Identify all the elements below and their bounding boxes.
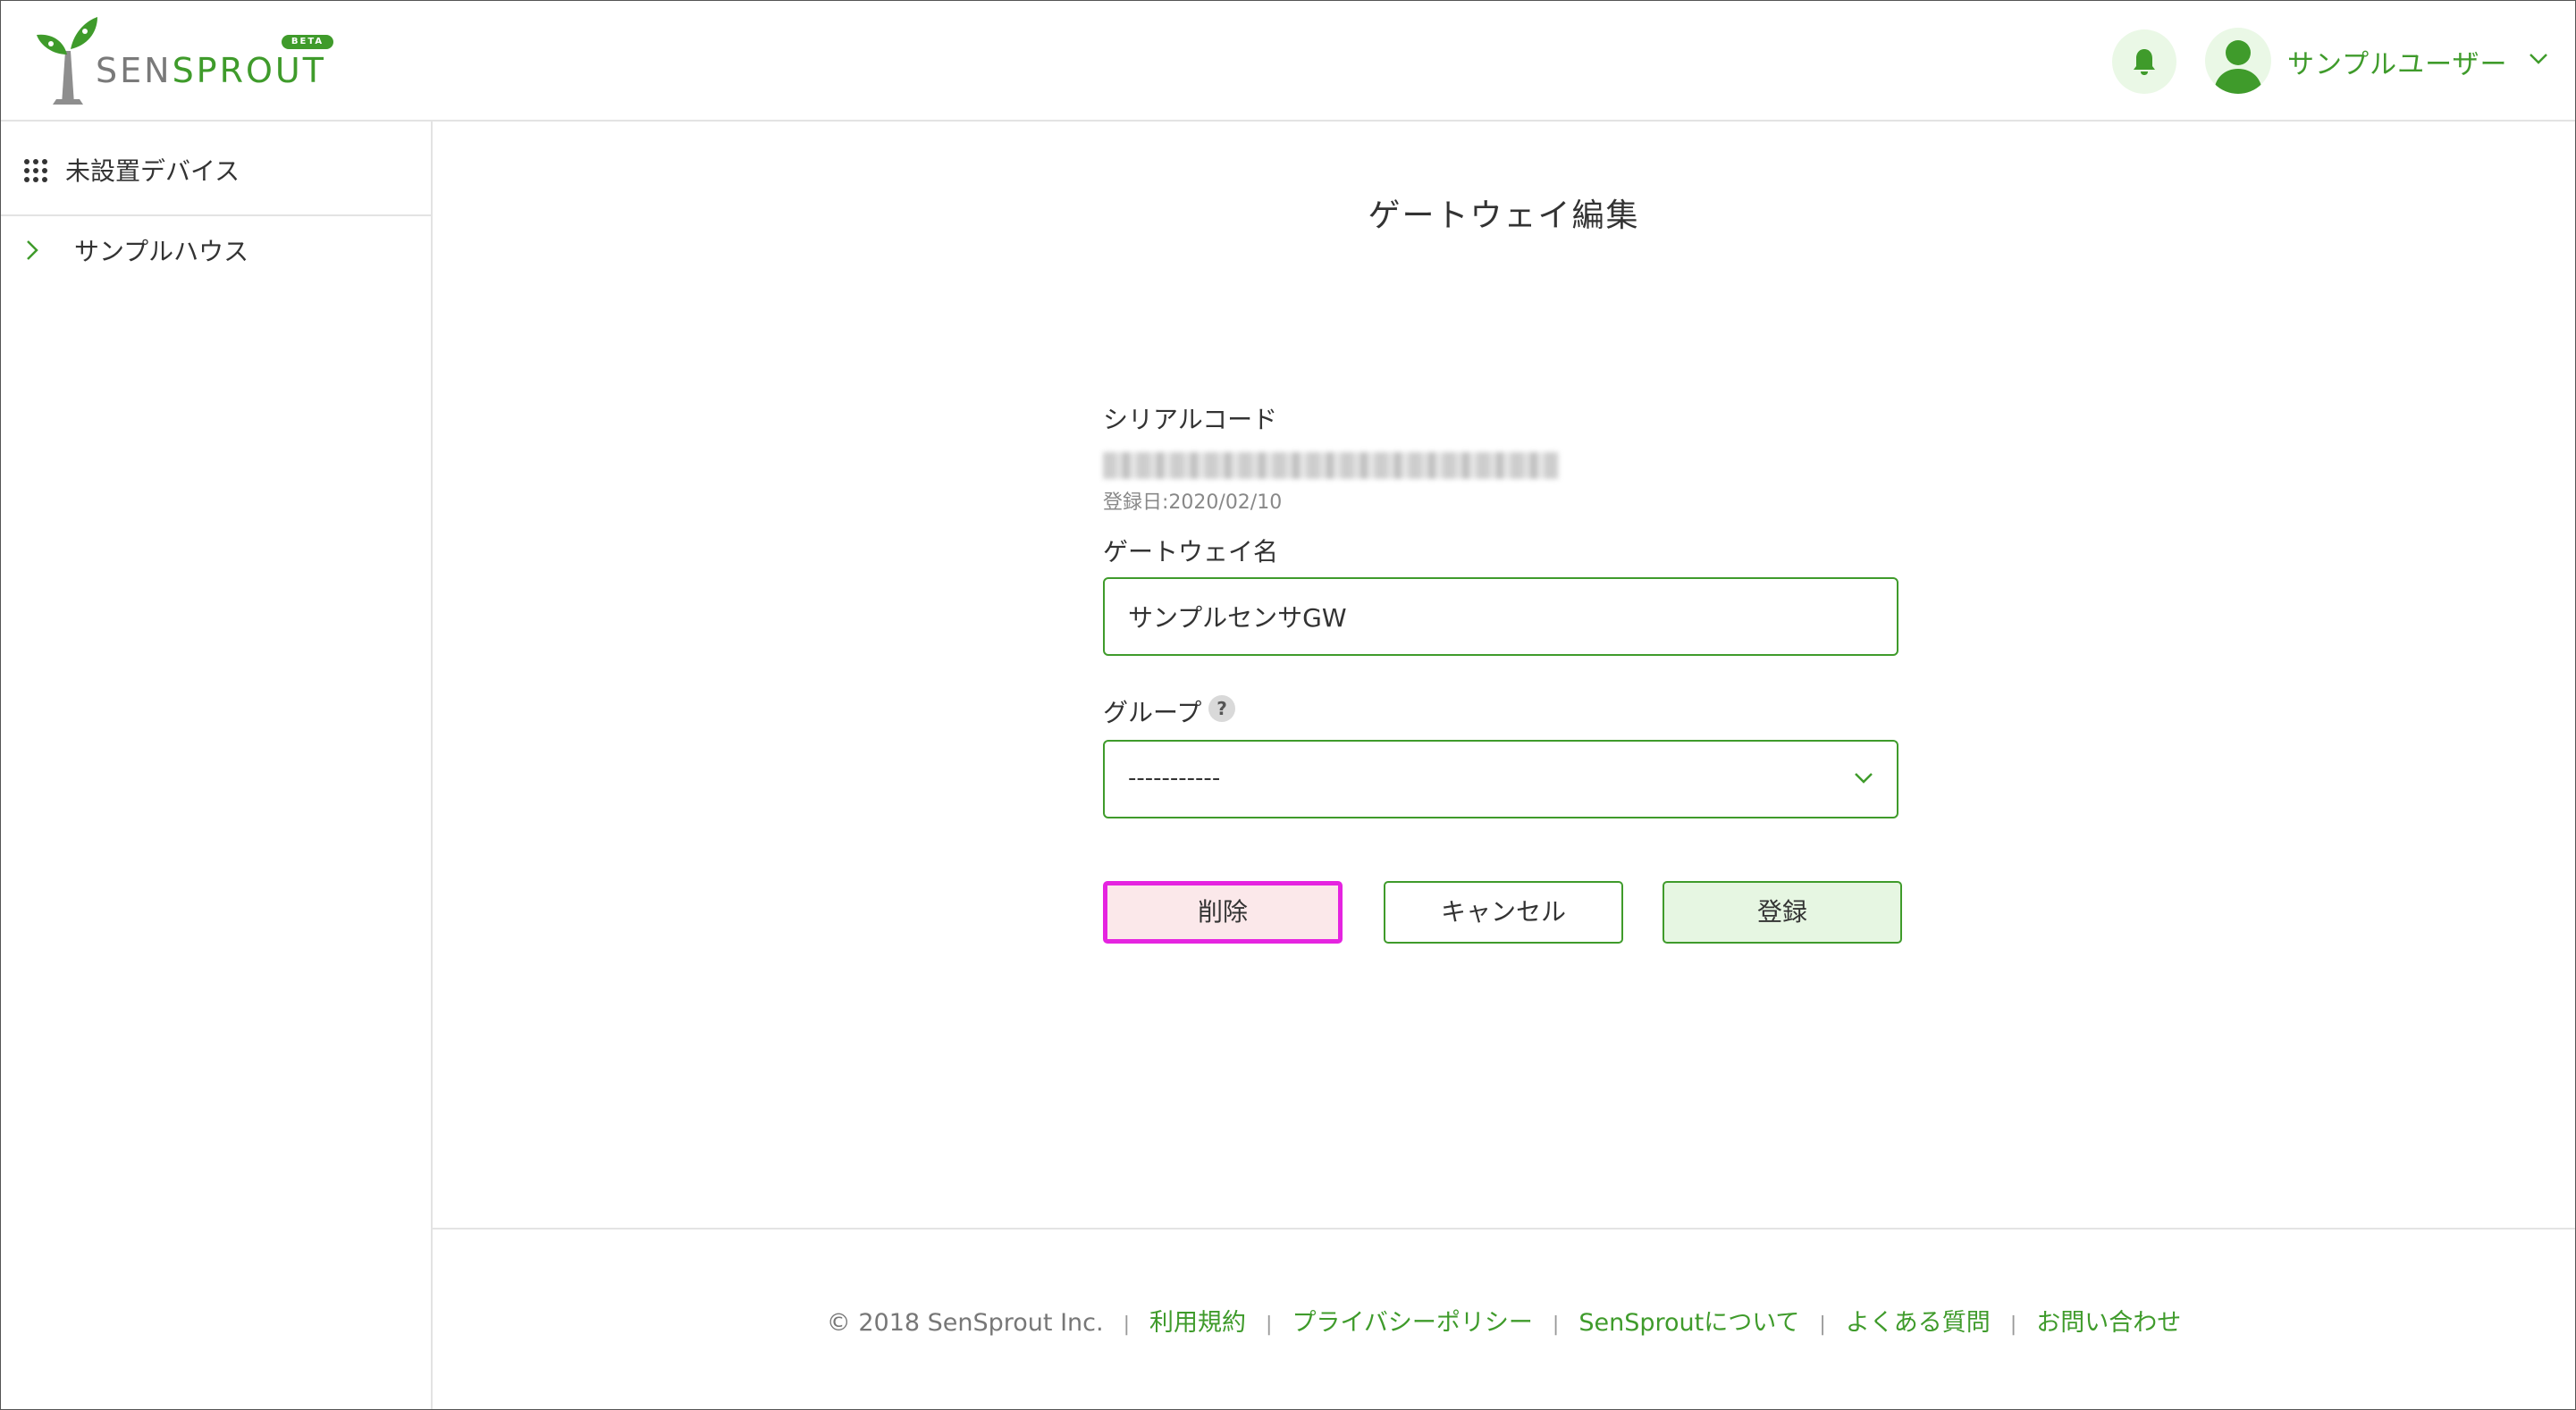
top-header: SENSPROUT BETA サンプルユーザー <box>1 1 2575 122</box>
footer-separator: | <box>1552 1313 1560 1336</box>
notifications-button[interactable] <box>2112 29 2176 94</box>
register-button[interactable]: 登録 <box>1663 881 1902 944</box>
group-label: グループ <box>1103 698 1202 727</box>
copyright: © 2018 SenSprout Inc. <box>826 1309 1104 1337</box>
chevron-right-icon[interactable] <box>26 239 38 261</box>
footer: © 2018 SenSprout Inc. | 利用規約 | プライバシーポリシー | Se… <box>433 1228 2575 1409</box>
group-select-value: ----------- <box>1128 765 1221 792</box>
sidebar-item-label: 未設置デバイス <box>65 156 240 186</box>
serial-code-value-redacted <box>1103 452 1559 479</box>
help-icon[interactable]: ? <box>1208 695 1235 722</box>
chevron-down-icon <box>1855 773 1873 784</box>
registered-date: 登録日:2020/02/10 <box>1103 491 1283 514</box>
logo-text-sen: SEN <box>96 51 173 90</box>
user-avatar-icon <box>2205 28 2271 94</box>
footer-link-faq[interactable]: よくある質問 <box>1846 1309 1991 1337</box>
footer-separator: | <box>2009 1313 2017 1336</box>
user-name: サンプルユーザー <box>2287 49 2508 80</box>
app-window: SENSPROUT BETA サンプルユーザー 未設置デバイス サンプルハウス … <box>0 0 2576 1410</box>
sidebar-item-sample-house[interactable]: サンプルハウス <box>1 216 431 288</box>
serial-code-label: シリアルコード <box>1103 405 1278 434</box>
group-select[interactable]: ----------- <box>1103 740 1898 818</box>
sidebar-item-unplaced-devices[interactable]: 未設置デバイス <box>1 122 431 216</box>
footer-links: © 2018 SenSprout Inc. | 利用規約 | プライバシーポリシー | Se… <box>433 1303 2575 1338</box>
footer-separator: | <box>1123 1313 1131 1336</box>
footer-link-privacy[interactable]: プライバシーポリシー <box>1292 1309 1532 1337</box>
logo-text-sprout: SPROUT <box>172 51 326 90</box>
footer-separator: | <box>1819 1313 1826 1336</box>
sidebar-item-label: サンプルハウス <box>74 237 249 266</box>
beta-badge: BETA <box>282 35 333 49</box>
delete-button[interactable]: 削除 <box>1103 881 1343 944</box>
grid-icon <box>24 159 47 182</box>
bell-icon <box>2134 49 2155 75</box>
footer-separator: | <box>1266 1313 1273 1336</box>
footer-link-about[interactable]: SenSproutについて <box>1578 1309 1799 1337</box>
main-content: ゲートウェイ編集 シリアルコード 登録日:2020/02/10 ゲートウェイ名 … <box>433 122 2575 1409</box>
sprout-logo-icon <box>37 17 97 105</box>
gateway-name-input[interactable] <box>1103 577 1898 656</box>
footer-link-contact[interactable]: お問い合わせ <box>2036 1309 2181 1337</box>
logo-wordmark: SENSPROUT <box>96 51 326 90</box>
chevron-down-icon <box>2530 54 2547 64</box>
footer-link-terms[interactable]: 利用規約 <box>1149 1309 1246 1337</box>
sensprout-logo[interactable]: SENSPROUT BETA <box>35 15 339 105</box>
page-title: ゲートウェイ編集 <box>1368 197 1640 234</box>
cancel-button[interactable]: キャンセル <box>1384 881 1623 944</box>
gateway-name-label: ゲートウェイ名 <box>1103 537 1279 567</box>
sidebar: 未設置デバイス サンプルハウス <box>1 122 433 1409</box>
